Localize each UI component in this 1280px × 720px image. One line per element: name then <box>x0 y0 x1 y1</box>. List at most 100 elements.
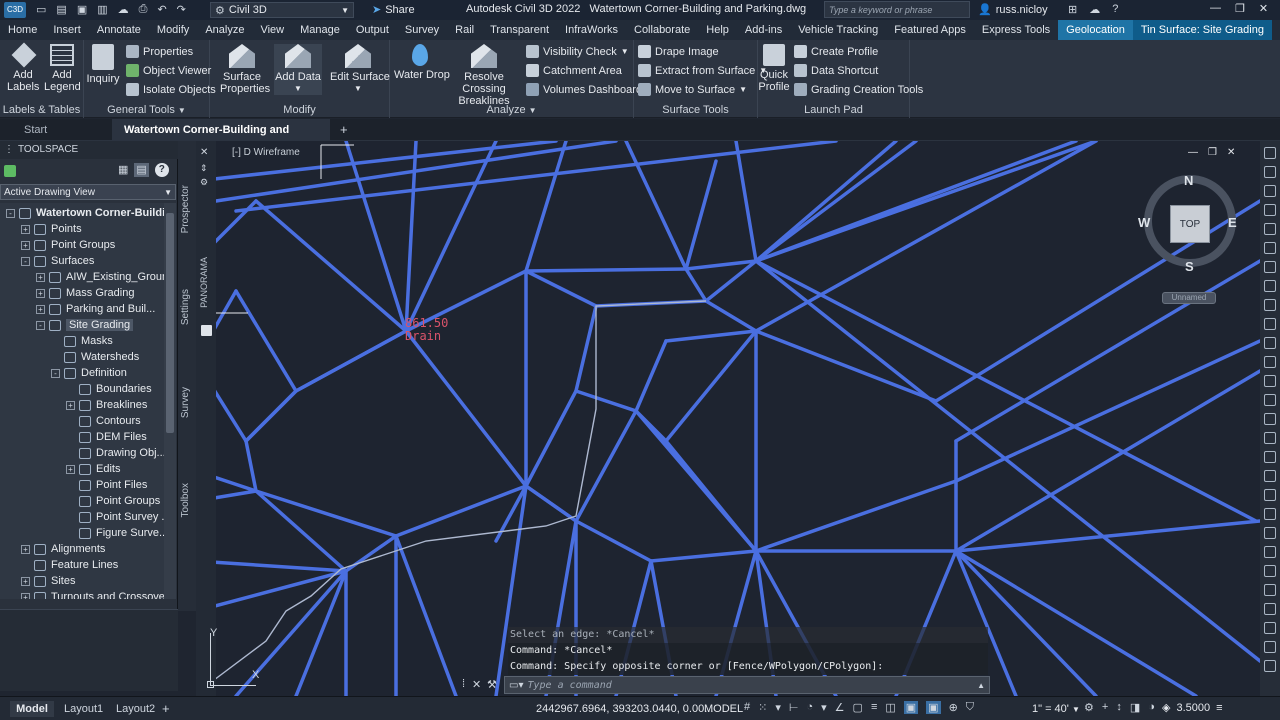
extract-from-surface-button[interactable]: Extract from Surface ▼ <box>638 62 767 79</box>
palette-tool-icon[interactable] <box>1264 489 1276 501</box>
tab-modify[interactable]: Modify <box>149 20 197 40</box>
palette-tool-icon[interactable] <box>1264 660 1276 672</box>
expand-icon[interactable]: + <box>66 464 75 474</box>
palette-tool-icon[interactable] <box>1264 204 1276 216</box>
palette-grip-icon[interactable]: ⇕ <box>200 163 208 174</box>
tree-item[interactable]: + Points <box>21 221 82 237</box>
view-controls-label[interactable]: [-] D Wireframe <box>232 147 300 158</box>
drape-image-button[interactable]: Drape Image <box>638 43 719 60</box>
compass-west[interactable]: W <box>1138 215 1150 230</box>
tree-item[interactable]: DEM Files <box>66 429 147 445</box>
tree-item[interactable]: - Site Grading <box>36 317 134 333</box>
hardware-acceleration-icon[interactable]: ◑ <box>1148 701 1155 714</box>
tree-item[interactable]: Masks <box>51 333 113 349</box>
tab-rail[interactable]: Rail <box>447 20 482 40</box>
tab-home[interactable]: Home <box>0 20 45 40</box>
side-tab-prospector[interactable]: Prospector <box>180 185 191 233</box>
annotation-monitor-icon[interactable]: + <box>1102 701 1108 714</box>
tree-item[interactable]: Point Groups <box>66 493 160 509</box>
infer-icon[interactable]: ▾ <box>775 701 781 714</box>
expand-icon[interactable]: + <box>66 400 75 410</box>
tab-active-drawing[interactable]: Watertown Corner-Building and Parking* ✕ <box>112 119 330 158</box>
palette-tool-icon[interactable] <box>1264 584 1276 596</box>
object-snap-icon[interactable]: ▢ <box>853 701 863 714</box>
tree-item[interactable]: + Edits <box>66 461 120 477</box>
command-input[interactable]: Type a command <box>527 680 611 691</box>
compass-south[interactable]: S <box>1185 259 1194 274</box>
scrollbar-thumb[interactable] <box>166 213 174 433</box>
properties-button[interactable]: Properties <box>126 43 193 60</box>
layout1-tab[interactable]: Layout1 <box>64 701 103 717</box>
tab-express-tools[interactable]: Express Tools <box>974 20 1058 40</box>
panorama-icon[interactable] <box>201 325 212 336</box>
tree-item[interactable]: + Sites <box>21 573 75 589</box>
viewcube-top-face[interactable]: TOP <box>1170 205 1210 243</box>
expand-icon[interactable]: + <box>36 272 45 282</box>
palette-tool-icon[interactable] <box>1264 299 1276 311</box>
palette-settings-icon[interactable]: ⚙ <box>200 177 208 188</box>
tree-item[interactable]: + Turnouts and Crossovers <box>21 589 164 599</box>
snap-icon[interactable]: ⁙ <box>758 701 767 714</box>
cart-icon[interactable]: ⊞ <box>1068 3 1077 16</box>
dynamic-ucs-icon[interactable]: ⊕ <box>949 701 958 714</box>
tab-analyze[interactable]: Analyze <box>197 20 252 40</box>
annotation-scale[interactable]: 1" = 40' ▼ <box>1032 702 1080 717</box>
palette-tool-icon[interactable] <box>1264 147 1276 159</box>
app-logo-icon[interactable]: C3D <box>4 2 26 18</box>
side-tab-survey[interactable]: Survey <box>180 387 191 418</box>
tree-item[interactable]: + Point Groups <box>21 237 115 253</box>
collapse-icon[interactable]: - <box>36 320 45 330</box>
new-tab-icon[interactable]: + <box>340 119 348 141</box>
palette-tool-icon[interactable] <box>1264 527 1276 539</box>
lineweight-icon[interactable]: ≡ <box>871 701 877 714</box>
drawing-viewport[interactable]: ✕ ⇕ ⚙ PANORAMA [-] D Wireframe — ❐ ✕ 861… <box>196 141 1260 696</box>
panorama-label[interactable]: PANORAMA <box>199 257 209 308</box>
palette-tool-icon[interactable] <box>1264 641 1276 653</box>
catchment-area-button[interactable]: Catchment Area <box>526 62 622 79</box>
save-as-icon[interactable]: ▥ <box>97 3 107 17</box>
command-prompt-icon[interactable]: ▭▾ <box>509 680 523 691</box>
palette-tool-icon[interactable] <box>1264 508 1276 520</box>
tree-item[interactable]: - Surfaces <box>21 253 94 269</box>
share-button[interactable]: ➤ Share <box>372 3 415 17</box>
3d-osnap-icon[interactable]: ▣ <box>926 701 941 714</box>
tab-collaborate[interactable]: Collaborate <box>626 20 698 40</box>
new-file-icon[interactable]: ▭ <box>36 3 46 17</box>
palette-tool-icon[interactable] <box>1264 470 1276 482</box>
quick-properties-icon[interactable]: ◨ <box>1130 701 1140 714</box>
object-snap-tracking-icon[interactable]: ∠ <box>835 701 845 714</box>
toolspace-grip-icon[interactable]: ⋮ <box>4 144 14 155</box>
active-drawing-view-dropdown[interactable]: Active Drawing View ▼ <box>0 184 176 200</box>
expand-icon[interactable]: + <box>36 288 45 298</box>
status-menu-icon[interactable]: ≡ <box>1216 702 1222 714</box>
cloud-icon[interactable]: ☁ <box>118 3 129 17</box>
palette-tool-icon[interactable] <box>1264 451 1276 463</box>
palette-close-icon[interactable]: ✕ <box>200 147 208 158</box>
undo-icon[interactable]: ↶ <box>157 3 166 17</box>
palette-tool-icon[interactable] <box>1264 242 1276 254</box>
tab-infraworks[interactable]: InfraWorks <box>557 20 626 40</box>
model-space-toggle[interactable]: MODEL <box>704 702 743 716</box>
palette-tool-icon[interactable] <box>1264 546 1276 558</box>
add-data-button[interactable]: Add Data ▼ <box>274 44 322 95</box>
palette-tool-icon[interactable] <box>1264 565 1276 577</box>
viewport-restore-icon[interactable]: ❐ <box>1208 147 1217 158</box>
tab-featured-apps[interactable]: Featured Apps <box>886 20 974 40</box>
move-to-surface-button[interactable]: Move to Surface ▼ <box>638 81 747 98</box>
expand-icon[interactable]: + <box>21 544 30 554</box>
expand-icon[interactable]: + <box>36 304 45 314</box>
lineweight-display[interactable]: ◈ 3.5000 ≡ <box>1162 701 1223 715</box>
tree-item[interactable]: Contours <box>66 413 141 429</box>
palette-tool-icon[interactable] <box>1264 261 1276 273</box>
tab-geolocation[interactable]: Geolocation <box>1058 20 1133 40</box>
tree-item[interactable]: - Definition <box>51 365 127 381</box>
palette-tool-icon[interactable] <box>1264 166 1276 178</box>
collapse-icon[interactable]: - <box>21 256 30 266</box>
tab-start[interactable]: Start <box>24 119 47 141</box>
print-icon[interactable]: ⎙ <box>139 3 148 17</box>
coordinates-readout[interactable]: 2442967.6964, 393203.0440, 0.00... <box>536 702 713 716</box>
collapse-icon[interactable]: - <box>51 368 60 378</box>
resolve-crossing-breaklines-button[interactable]: Resolve Crossing Breaklines <box>448 44 520 107</box>
units-icon[interactable]: ↕ <box>1116 701 1122 714</box>
surface-properties-button[interactable]: Surface Properties <box>220 44 270 95</box>
